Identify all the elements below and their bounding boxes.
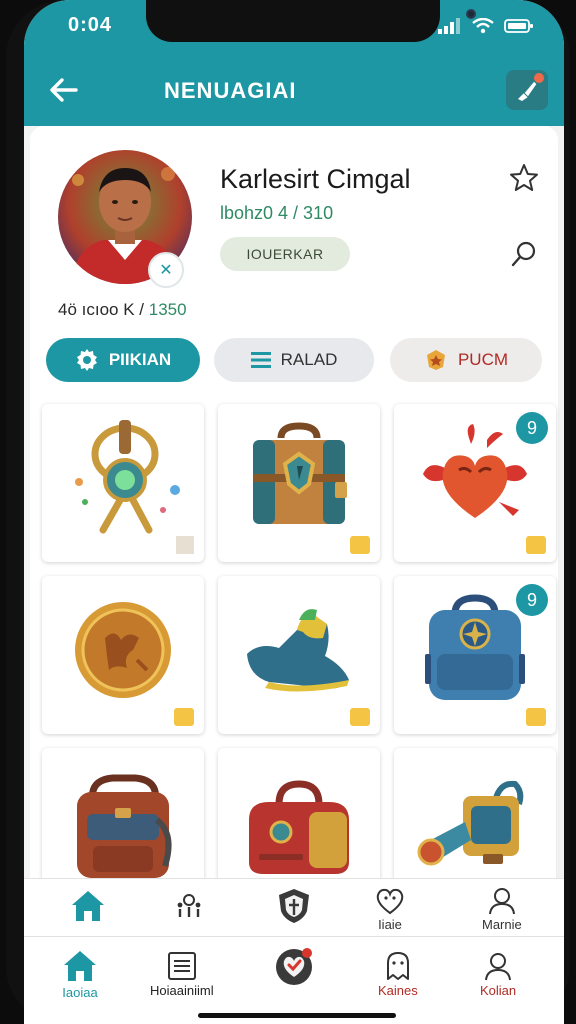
person-icon <box>485 953 512 981</box>
front-camera <box>466 9 476 19</box>
item-card-gold-coin[interactable] <box>42 576 204 734</box>
filter-chip-piikian[interactable]: PIIKIAN <box>46 338 200 382</box>
nav-top-home[interactable] <box>70 889 106 923</box>
filter-chip-pucm[interactable]: PUCM <box>390 338 542 382</box>
filter-chip-label: PIIKIAN <box>108 350 172 369</box>
home-indicator[interactable] <box>198 1013 396 1018</box>
page-title: NENUAGIAI <box>164 78 297 103</box>
badge-icon <box>426 350 445 370</box>
item-card-heart-creature[interactable]: 9 <box>394 404 556 562</box>
item-card-magic-orb-staff[interactable] <box>42 404 204 562</box>
ghost-icon <box>386 952 409 980</box>
status-icons <box>438 18 534 34</box>
status-time: 0:04 <box>68 14 113 36</box>
home-icon <box>72 891 104 921</box>
nav-top-profile[interactable]: Marnie <box>482 887 522 932</box>
telescope-icon <box>417 780 524 866</box>
nav-bottom-label: Iaoiaa <box>62 985 98 1000</box>
profile-subtitle: lbohz0 4 / 310 <box>220 203 334 223</box>
star-icon[interactable] <box>508 162 540 194</box>
gold-coin-icon <box>75 602 171 698</box>
cross-swords-icon: ✕ <box>159 262 173 279</box>
item-count-badge: 9 <box>516 584 548 616</box>
bottom-nav-primary: Iaoiaa Hoiaainiiml Kaines Kolian <box>24 936 564 1024</box>
phone-frame: 0:04 NENUAGIAI ✕ Karlesirt Cimgal lbohz0… <box>6 0 570 1024</box>
shield-icon <box>279 889 309 923</box>
bottom-nav-secondary: Iiaie Marnie <box>24 878 564 936</box>
item-card-boot[interactable] <box>218 576 380 734</box>
card-corner-tag <box>176 536 194 554</box>
nav-bottom-label: Kaines <box>378 983 418 998</box>
filter-chip-ralad[interactable]: RALAD <box>214 338 374 382</box>
edit-button[interactable] <box>506 70 548 110</box>
nav-bottom-label: Kolian <box>480 983 517 998</box>
magic-orb-staff-icon <box>75 420 180 534</box>
item-card-backpack-blue[interactable]: 9 <box>394 576 556 734</box>
home-icon <box>64 951 96 981</box>
profile-stats: 4ö ıcıoo K / 1350 <box>58 300 187 320</box>
treasure-chest-icon <box>253 422 347 524</box>
list-icon <box>250 352 271 368</box>
nav-top-label: Marnie <box>482 917 522 932</box>
nav-bottom-center-action[interactable] <box>274 947 314 987</box>
filter-chip-label: RALAD <box>280 350 338 369</box>
card-corner-tag <box>350 536 370 554</box>
camera-notch <box>146 0 476 42</box>
back-button[interactable] <box>46 72 82 108</box>
item-count-badge: 9 <box>516 412 548 444</box>
backpack-blue-icon <box>425 594 525 700</box>
boot-icon <box>247 609 349 692</box>
nav-bottom-home[interactable]: Iaoiaa <box>62 949 98 1000</box>
heart-creature-icon <box>423 424 527 518</box>
filter-chip-label: PUCM <box>457 350 509 369</box>
nav-top-shield[interactable] <box>276 887 312 925</box>
profile-tag: IOUERKAR <box>220 237 350 271</box>
item-card-treasure-chest[interactable] <box>218 404 380 562</box>
heart-check-icon <box>276 948 312 985</box>
heart-face-icon <box>376 888 404 915</box>
nav-bottom-label: Hoiaainiiml <box>150 983 214 998</box>
screen: 0:04 NENUAGIAI ✕ Karlesirt Cimgal lbohz0… <box>24 0 564 1024</box>
stats-value: 1350 <box>148 300 187 319</box>
avatar-verify-badge: ✕ <box>148 252 184 288</box>
nav-bottom-profile[interactable]: Kolian <box>480 951 516 998</box>
backpack-brown-icon <box>77 774 172 878</box>
document-icon <box>167 952 196 980</box>
card-corner-tag <box>526 536 546 554</box>
wifi-icon <box>472 18 494 34</box>
travel-bag-icon <box>249 780 349 874</box>
card-corner-tag <box>526 708 546 726</box>
nav-top-favorites[interactable]: Iiaie <box>374 887 406 932</box>
top-bar: 0:04 NENUAGIAI <box>24 0 564 126</box>
nav-top-label: Iiaie <box>378 917 402 932</box>
card-corner-tag <box>174 708 194 726</box>
gear-icon <box>76 349 97 371</box>
search-icon[interactable] <box>510 240 538 268</box>
profile-name: Karlesirt Cimgal <box>220 164 411 194</box>
card-corner-tag <box>350 708 370 726</box>
nav-top-people[interactable] <box>174 893 204 919</box>
signal-icon <box>438 18 460 34</box>
nav-bottom-documents[interactable]: Hoiaainiiml <box>150 951 214 998</box>
stats-prefix: 4ö ıcıoo K / <box>58 300 144 319</box>
person-icon <box>488 888 515 915</box>
people-icon <box>177 894 201 917</box>
notification-dot <box>534 73 544 83</box>
battery-icon <box>504 19 533 33</box>
nav-bottom-kaines[interactable]: Kaines <box>378 951 418 998</box>
